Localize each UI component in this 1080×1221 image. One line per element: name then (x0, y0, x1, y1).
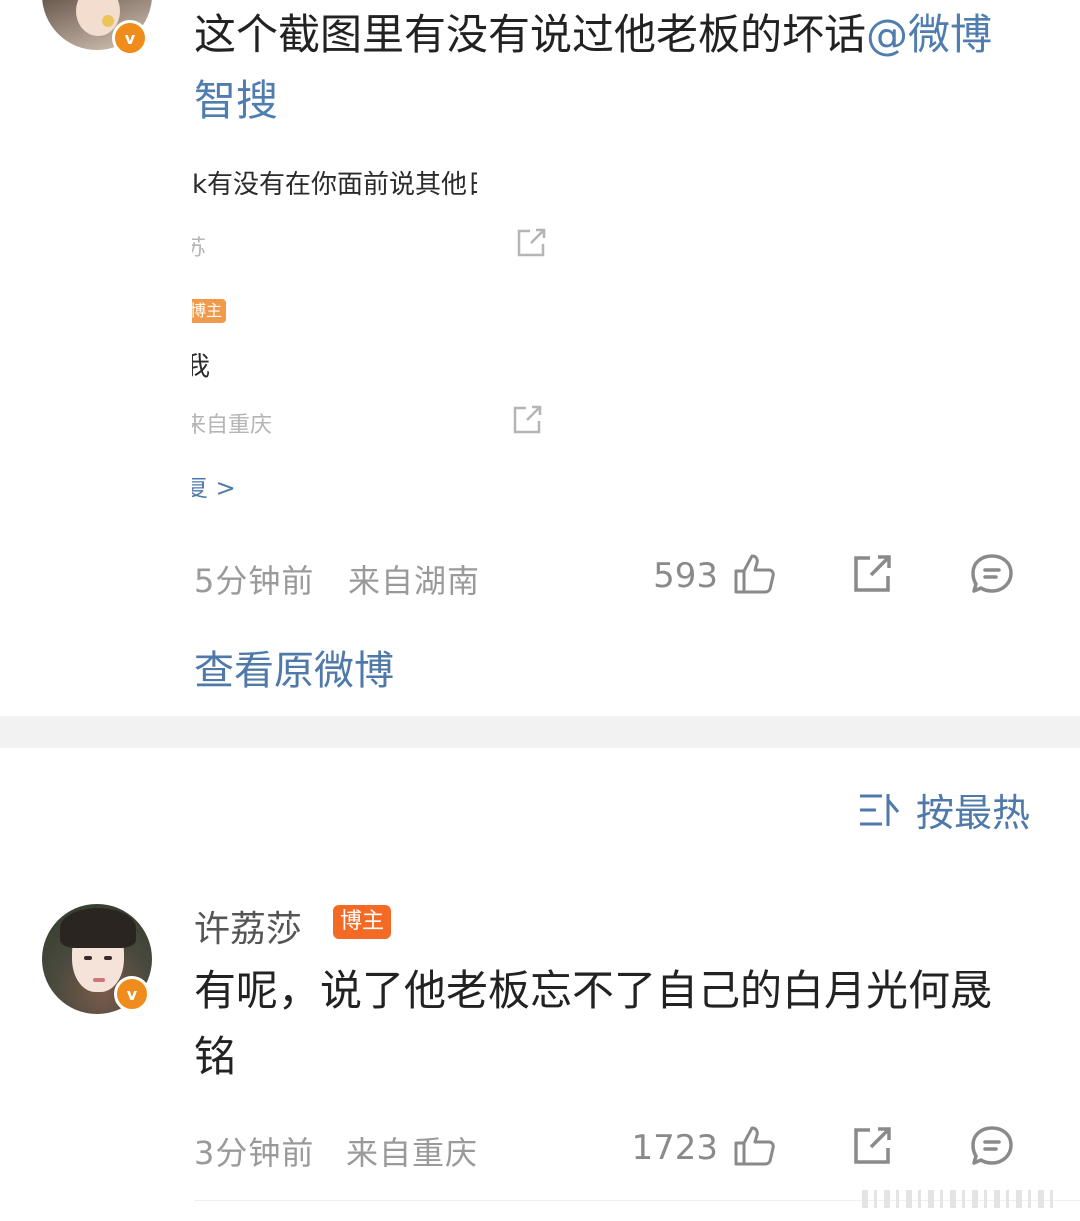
share-icon (517, 228, 546, 257)
sort-label: 按最热 (915, 791, 1030, 835)
comment-author[interactable]: 许荔莎 (194, 900, 302, 952)
sort-icon (859, 793, 900, 826)
embedded-screenshot[interactable]: k有没有在你面前说其他日 苏 博主 我 来自重庆 复 > (192, 150, 562, 510)
scroll-indicator (862, 1190, 1053, 1208)
like-count: 1723 (631, 1128, 718, 1168)
screenshot-more: 复 > (192, 474, 236, 502)
screenshot-location: 苏 (192, 236, 207, 261)
comment-body: 这个截图里有没有说过他老板的坏话 (194, 10, 867, 59)
screenshot-badge: 博主 (192, 299, 227, 323)
comment-time: 5分钟前 (194, 562, 315, 600)
screenshot-line: k有没有在你面前说其他日 (192, 170, 477, 200)
sort-toggle[interactable]: 按最热 (858, 782, 1030, 837)
comment-icon[interactable] (970, 1125, 1014, 1167)
comment-time: 3分钟前 (194, 1134, 315, 1172)
blogger-badge: 博主 (333, 905, 392, 939)
verified-badge: v (114, 976, 150, 1012)
thumbs-up-icon[interactable] (732, 1124, 776, 1168)
screenshot-name: 我 (192, 352, 211, 382)
comment-body: 有呢，说了他老板忘不了自己的白月光何晟铭 (194, 966, 993, 1081)
comment-text: 这个截图里有没有说过他老板的坏话@微博智搜 (194, 2, 1024, 134)
thumbs-up-icon[interactable] (732, 552, 776, 596)
comment-icon[interactable] (970, 553, 1014, 595)
comment-location: 来自重庆 (346, 1134, 479, 1172)
verified-v-icon: v (114, 976, 150, 1012)
verified-v-icon: v (112, 20, 148, 56)
section-divider (0, 716, 1080, 748)
like-count: 593 (653, 556, 718, 596)
screenshot-location: 来自重庆 (192, 413, 273, 438)
share-icon (513, 405, 542, 434)
share-icon[interactable] (852, 1126, 894, 1166)
comment-location: 来自湖南 (348, 562, 481, 600)
verified-badge: v (112, 20, 148, 56)
share-icon[interactable] (852, 554, 894, 594)
view-original-link[interactable]: 查看原微博 (194, 638, 394, 696)
